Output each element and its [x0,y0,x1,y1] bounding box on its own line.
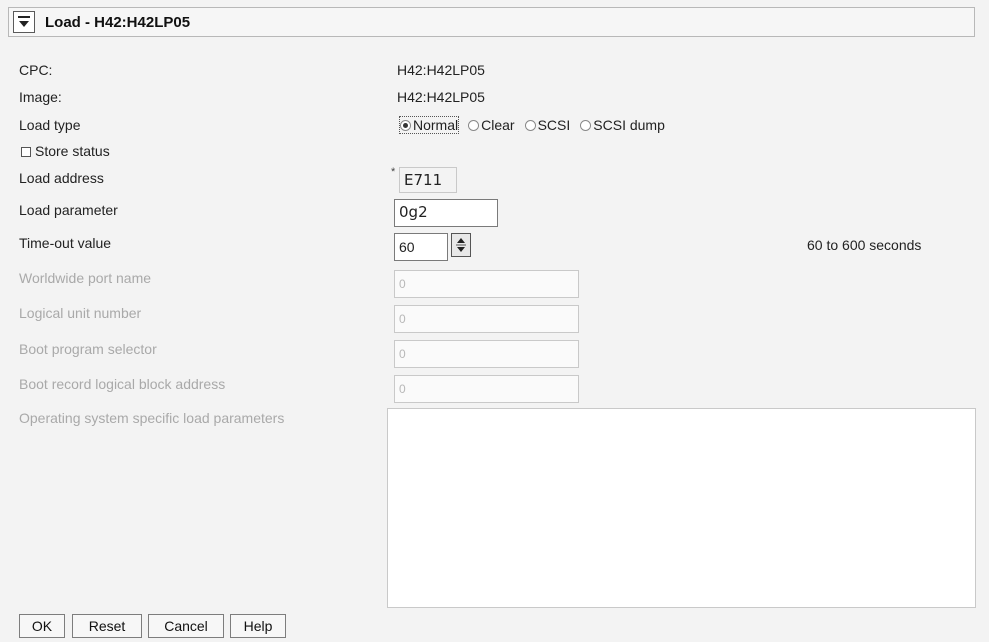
load-type-radio-group: Normal Clear SCSI SCSI dump [398,115,675,135]
menu-dropdown-icon[interactable] [13,11,35,33]
reset-button[interactable]: Reset [72,614,142,638]
wwpn-label: Worldwide port name [19,270,152,286]
radio-selected-icon [400,119,411,131]
load-type-clear-radio[interactable]: Clear [468,117,515,133]
radio-unselected-icon [468,119,480,131]
radio-unselected-icon [580,119,592,131]
load-type-normal-radio[interactable]: Normal [398,116,460,134]
load-address-label: Load address [19,170,104,186]
store-status-checkbox[interactable]: Store status [21,141,110,161]
image-value: H42:H42LP05 [397,89,485,105]
boot-record-lba-label: Boot record logical block address [19,376,226,392]
radio-unselected-icon [524,119,536,131]
boot-record-lba-field[interactable]: 0 [394,375,579,403]
load-type-scsi-label: SCSI [537,117,571,133]
os-load-params-label: Operating system specific load parameter… [19,410,285,426]
load-type-normal-label: Normal [413,117,459,133]
timeout-spinner-icon[interactable] [451,233,471,257]
cpc-value: H42:H42LP05 [397,62,485,78]
store-status-label: Store status [35,143,110,159]
cancel-button[interactable]: Cancel [148,614,224,638]
dialog-title: Load - H42:H42LP05 [45,13,191,31]
load-parameter-field[interactable]: 0g2 [394,199,498,227]
image-label: Image: [19,89,62,105]
load-type-clear-label: Clear [481,117,515,133]
timeout-field[interactable]: 60 [394,233,448,261]
checkbox-unchecked-icon [21,147,31,157]
help-button[interactable]: Help [230,614,286,638]
cpc-label: CPC: [19,62,53,78]
timeout-label: Time-out value [19,235,112,251]
ok-button[interactable]: OK [19,614,65,638]
load-type-scsi-dump-radio[interactable]: SCSI dump [580,117,665,133]
lun-label: Logical unit number [19,305,142,321]
timeout-range-hint: 60 to 600 seconds [807,237,922,253]
load-type-label: Load type [19,117,81,133]
dialog-title-bar: Load - H42:H42LP05 [8,7,975,37]
lun-field[interactable]: 0 [394,305,579,333]
load-parameter-label: Load parameter [19,202,118,218]
boot-program-selector-field[interactable]: 0 [394,340,579,368]
required-marker: * [391,166,396,178]
boot-program-selector-label: Boot program selector [19,341,157,357]
load-type-scsi-dump-label: SCSI dump [593,117,665,133]
load-type-scsi-radio[interactable]: SCSI [524,117,571,133]
wwpn-field[interactable]: 0 [394,270,579,298]
os-load-params-textarea[interactable] [387,408,976,608]
load-address-field[interactable]: E711 [399,167,457,193]
